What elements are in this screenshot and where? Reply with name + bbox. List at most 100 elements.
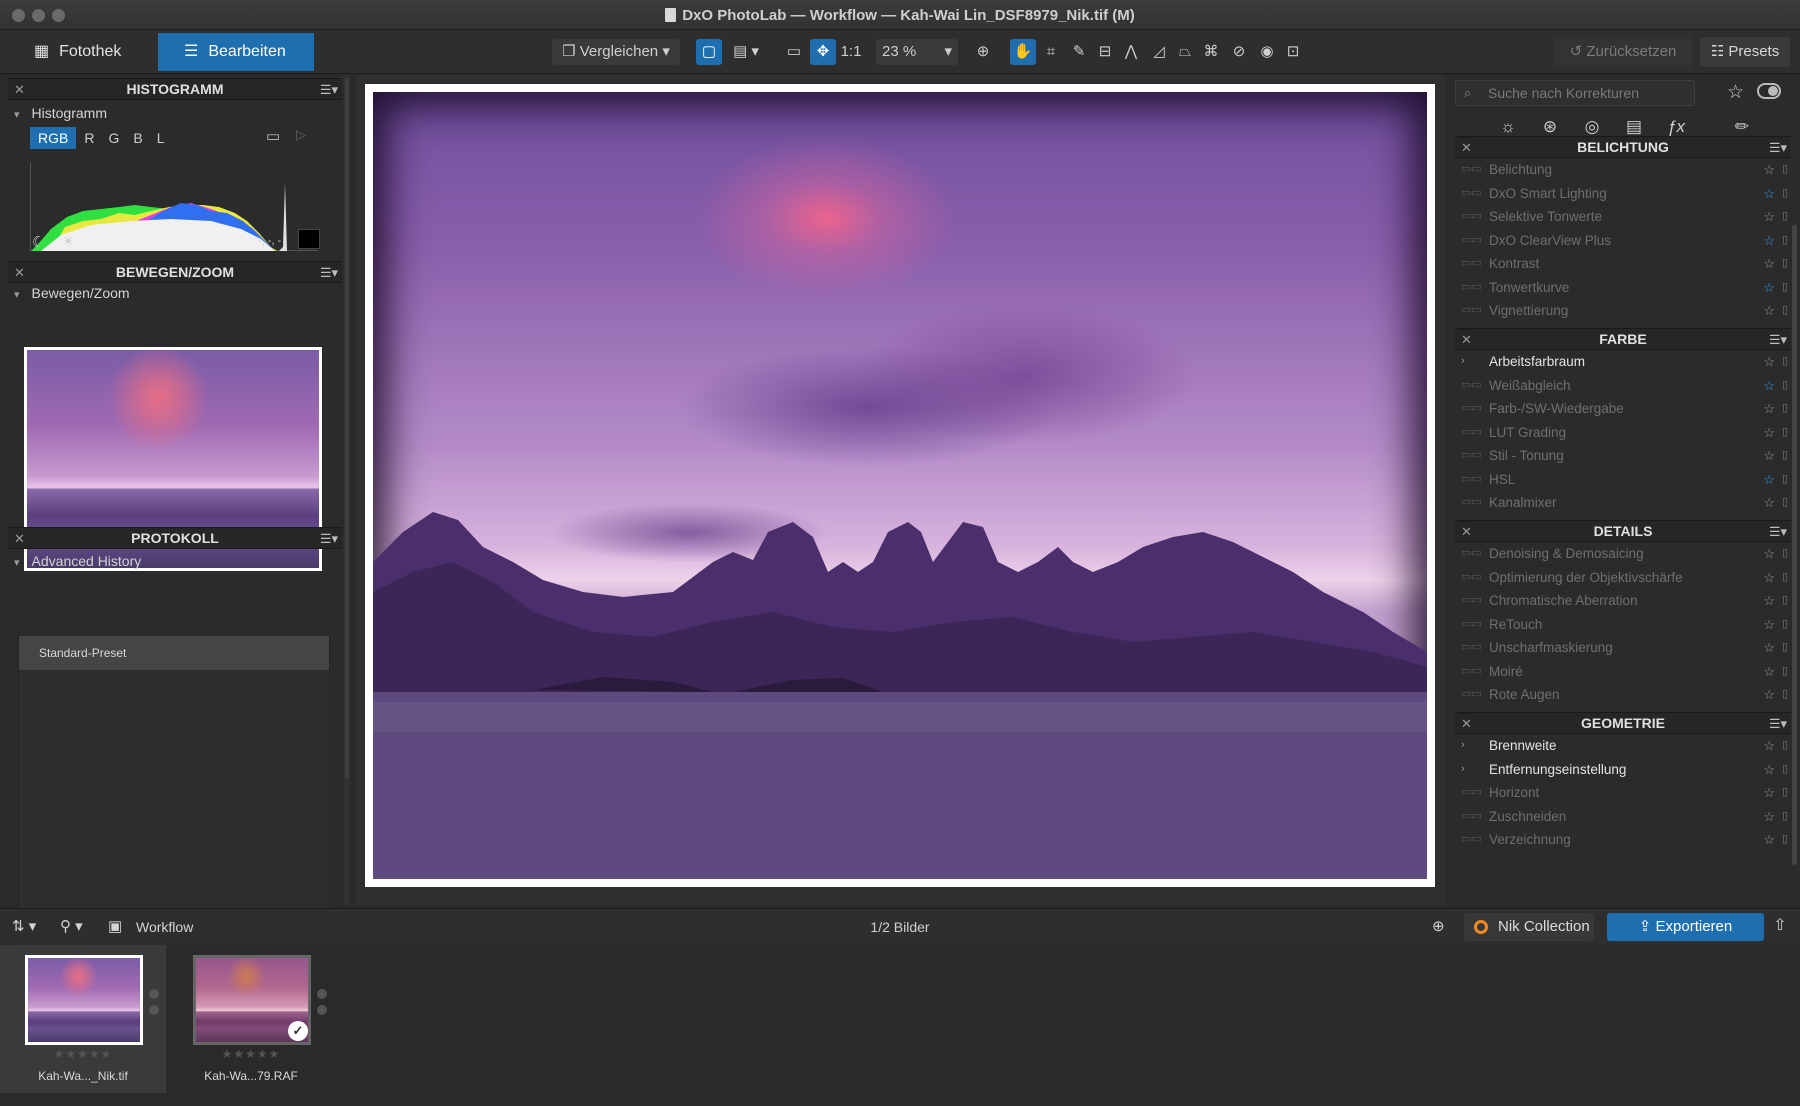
- left-panel-scrollbar[interactable]: [344, 75, 350, 905]
- channel-l[interactable]: L: [151, 127, 171, 149]
- correction-item[interactable]: ▭▭ Selektive Tonwerte ☆ ▯: [1455, 205, 1791, 229]
- toggle-box-icon[interactable]: ▭▭: [1461, 374, 1482, 397]
- panel-menu-icon[interactable]: ☰▾: [320, 528, 338, 549]
- toggle-box-icon[interactable]: ▭▭: [1461, 660, 1482, 683]
- image-viewer[interactable]: [356, 75, 1446, 905]
- correction-item[interactable]: ▭▭ Optimierung der Objektivschärfe ☆ ▯: [1455, 566, 1791, 589]
- section-header[interactable]: ✕ GEOMETRIE ☰▾: [1455, 712, 1791, 734]
- info-icon[interactable]: ▯: [1782, 660, 1788, 683]
- correction-item[interactable]: ▭▭ Zuschneiden ☆ ▯: [1455, 805, 1791, 828]
- favorite-star-icon[interactable]: ☆: [1763, 542, 1775, 565]
- correction-item[interactable]: ▭▭ Moiré ☆ ▯: [1455, 660, 1791, 683]
- history-item[interactable]: Standard-Preset: [19, 636, 329, 670]
- repair-icon[interactable]: ⊘: [1226, 39, 1252, 65]
- channel-r[interactable]: R: [78, 127, 100, 149]
- info-icon[interactable]: ▯: [1782, 397, 1788, 420]
- compare-button[interactable]: ❐ Vergleichen ▾: [552, 39, 680, 65]
- shape-icon[interactable]: ◿: [1146, 39, 1172, 65]
- favorite-star-icon[interactable]: ☆: [1763, 660, 1775, 683]
- tab-fotothek[interactable]: ▦ Fotothek: [20, 33, 155, 71]
- favorite-star-icon[interactable]: ☆: [1763, 613, 1775, 636]
- histogram-subheader[interactable]: ▾ Histogramm: [14, 105, 107, 121]
- toggle-box-icon[interactable]: ▭▭: [1461, 491, 1482, 514]
- history-subheader[interactable]: ▾ Advanced History: [14, 553, 141, 569]
- toggle-box-icon[interactable]: ▭▭: [1461, 589, 1482, 612]
- info-icon[interactable]: ▯: [1782, 158, 1788, 181]
- correction-item[interactable]: ▭▭ Stil - Tonung ☆ ▯: [1455, 444, 1791, 468]
- info-icon[interactable]: ▯: [1782, 205, 1788, 228]
- info-icon[interactable]: ▯: [1782, 252, 1788, 275]
- section-header[interactable]: ✕ FARBE ☰▾: [1455, 328, 1791, 350]
- info-icon[interactable]: ▯: [1782, 350, 1788, 373]
- correction-item[interactable]: ▭▭ Vignettierung ☆ ▯: [1455, 299, 1791, 323]
- favorite-star-icon[interactable]: ☆: [1763, 158, 1775, 181]
- section-menu-icon[interactable]: ☰▾: [1769, 713, 1787, 734]
- eyedropper-icon[interactable]: ✎: [1066, 39, 1092, 65]
- reset-button[interactable]: ↺ Zurücksetzen: [1554, 37, 1692, 67]
- close-panel-icon[interactable]: ✕: [14, 528, 25, 549]
- favorite-star-icon[interactable]: ☆: [1763, 276, 1775, 299]
- favorite-star-icon[interactable]: ☆: [1763, 182, 1775, 205]
- channel-g[interactable]: G: [102, 127, 125, 149]
- toggle-box-icon[interactable]: ▭▭: [1461, 299, 1482, 322]
- info-icon[interactable]: ▯: [1782, 421, 1788, 444]
- toggle-box-icon[interactable]: ▭▭: [1461, 276, 1482, 299]
- toggle-box-icon[interactable]: ▭▭: [1461, 205, 1482, 228]
- correction-item[interactable]: ▭▭ Rote Augen ☆ ▯: [1455, 683, 1791, 707]
- toggle-icon[interactable]: [1757, 83, 1781, 99]
- presets-button[interactable]: ☷ Presets: [1700, 37, 1790, 67]
- favorite-star-icon[interactable]: ☆: [1763, 589, 1775, 612]
- hand-icon[interactable]: ✋: [1010, 39, 1036, 65]
- close-section-icon[interactable]: ✕: [1461, 521, 1472, 542]
- correction-item[interactable]: ▭▭ Tonwertkurve ☆ ▯: [1455, 276, 1791, 299]
- grid-transform-icon[interactable]: ⌘: [1198, 39, 1224, 65]
- toggle-box-icon[interactable]: ▭▭: [1461, 468, 1482, 491]
- info-icon[interactable]: ▯: [1782, 734, 1788, 757]
- correction-search[interactable]: ⌕: [1455, 80, 1695, 106]
- favorite-star-icon[interactable]: ☆: [1763, 781, 1775, 804]
- favorite-star-icon[interactable]: ☆: [1763, 229, 1775, 252]
- favorite-star-icon[interactable]: ☆: [1763, 444, 1775, 467]
- favorite-star-icon[interactable]: ☆: [1763, 468, 1775, 491]
- info-icon[interactable]: ▯: [1782, 828, 1788, 851]
- toggle-box-icon[interactable]: ▭▭: [1461, 566, 1482, 589]
- correction-item[interactable]: ▭▭ Belichtung ☆ ▯: [1455, 158, 1791, 182]
- search-input[interactable]: [1488, 84, 1688, 102]
- info-icon[interactable]: ▯: [1782, 613, 1788, 636]
- highlight-clipping-icon[interactable]: ☀: [62, 233, 75, 250]
- favorite-star-icon[interactable]: ☆: [1763, 374, 1775, 397]
- move-icon[interactable]: ✥: [810, 39, 836, 65]
- fit-screen-icon[interactable]: ▭: [782, 39, 806, 65]
- correction-item[interactable]: ▭▭ LUT Grading ☆ ▯: [1455, 421, 1791, 444]
- favorites-star-icon[interactable]: ☆: [1727, 81, 1744, 104]
- toggle-box-icon[interactable]: ▭▭: [1461, 683, 1482, 706]
- favorite-star-icon[interactable]: ☆: [1763, 805, 1775, 828]
- panel-menu-icon[interactable]: ☰▾: [320, 79, 338, 100]
- panel-menu-icon[interactable]: ☰▾: [320, 262, 338, 283]
- correction-item[interactable]: ▭▭ Weißabgleich ☆ ▯: [1455, 374, 1791, 397]
- favorite-star-icon[interactable]: ☆: [1763, 397, 1775, 420]
- info-icon[interactable]: ▯: [1782, 299, 1788, 322]
- section-menu-icon[interactable]: ☰▾: [1769, 137, 1787, 158]
- toggle-box-icon[interactable]: ▭▭: [1461, 421, 1482, 444]
- transfer-icon[interactable]: ⊕: [1432, 917, 1445, 935]
- info-icon[interactable]: ▯: [1782, 542, 1788, 565]
- info-icon[interactable]: ▯: [1782, 805, 1788, 828]
- info-icon[interactable]: ▯: [1782, 683, 1788, 706]
- zoom-select[interactable]: 23 % ▾: [876, 39, 958, 65]
- perspective-icon[interactable]: ⋀: [1118, 39, 1144, 65]
- nik-collection-button[interactable]: Nik Collection: [1464, 913, 1594, 941]
- toggle-box-icon[interactable]: ▭▭: [1461, 542, 1482, 565]
- toggle-box-icon[interactable]: ▭▭: [1461, 158, 1482, 181]
- correction-item[interactable]: ▭▭ Chromatische Aberration ☆ ▯: [1455, 589, 1791, 613]
- favorite-star-icon[interactable]: ☆: [1763, 758, 1775, 781]
- info-icon[interactable]: ▯: [1782, 276, 1788, 299]
- rating-stars[interactable]: ★★★★★: [168, 1047, 334, 1061]
- chevron-right-icon[interactable]: ›: [1461, 758, 1465, 781]
- channel-b[interactable]: B: [127, 127, 148, 149]
- horizon-icon[interactable]: ⊟: [1092, 39, 1118, 65]
- info-icon[interactable]: ▯: [1782, 444, 1788, 467]
- main-photo[interactable]: [373, 92, 1427, 879]
- soft-proof-icon[interactable]: ▷: [296, 127, 306, 143]
- favorite-star-icon[interactable]: ☆: [1763, 683, 1775, 706]
